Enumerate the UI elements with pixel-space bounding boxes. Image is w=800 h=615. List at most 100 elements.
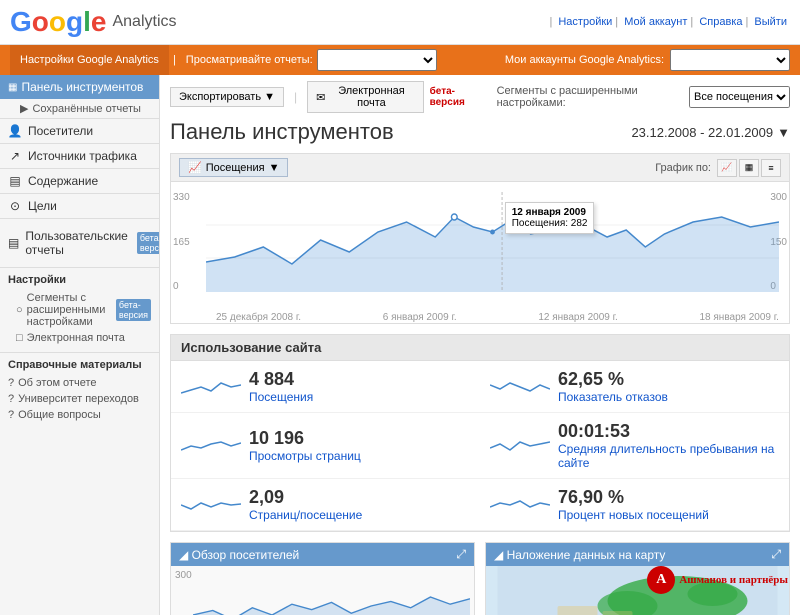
conversion-label: Университет переходов [18, 393, 139, 405]
q2-icon: ? [8, 409, 14, 421]
map-panel-expand-icon[interactable]: ⤢ [771, 547, 781, 562]
email-btn-label: Электронная почта [328, 85, 414, 109]
stats-grid: 4 884 Посещения 62,65 % Показатель отказ… [171, 361, 789, 531]
x-label-1: 25 декабря 2008 г. [216, 312, 301, 323]
email-button[interactable]: ✉ Электронная почта [307, 81, 424, 113]
sidebar-conversion-university[interactable]: ? Университет переходов [8, 391, 151, 407]
sidebar-item-traffic[interactable]: ↗ Источники трафика [0, 144, 159, 168]
chart-svg: 12 января 2009 Посещения: 282 [171, 182, 789, 312]
nav-separator: | [173, 54, 176, 66]
toolbar: Экспортировать ▼ | ✉ Электронная почта б… [170, 81, 790, 113]
stats-visits: 4 884 Посещения [171, 361, 480, 413]
sidebar-item-goals[interactable]: ⊙ Цели [0, 194, 159, 218]
question-icon: ? [8, 377, 14, 389]
visitors-y-top: 300 [175, 570, 192, 581]
export-button[interactable]: Экспортировать ▼ [170, 87, 284, 107]
dropdown-icon: ▼ [264, 91, 275, 103]
sidebar-item-visitors[interactable]: 👤 Посетители [0, 119, 159, 143]
sidebar-dashboard-header[interactable]: ▦ Панель инструментов [0, 75, 159, 99]
date-range-chevron[interactable]: ▼ [777, 125, 790, 140]
x-label-4: 18 января 2009 г. [699, 312, 778, 323]
accounts-select[interactable] [670, 49, 790, 71]
q-icon: ? [8, 393, 14, 405]
duration-label[interactable]: Средняя длительность пребывания на сайте [558, 442, 779, 470]
sidebar-custom-reports-item[interactable]: ▤ Пользовательские отчеты бета-версия [8, 225, 151, 261]
accounts-label: Мои аккаунты Google Analytics: [505, 54, 664, 66]
grid-icon: ▦ [8, 82, 17, 93]
chart-bar-btn[interactable]: ▦ [739, 159, 759, 177]
person-icon: 👤 [8, 124, 22, 138]
saved-reports-label: Сохранённые отчеты [32, 103, 140, 115]
chart-with-axes: 330 165 0 300 150 0 12 января 2009 Посещ… [171, 182, 789, 323]
nav-right: Мои аккаунты Google Analytics: [505, 49, 790, 71]
sidebar-segments-item[interactable]: ○ Сегменты с расширенными настройками бе… [8, 290, 151, 330]
settings-title: Настройки [8, 274, 151, 286]
arrow-icon: ▶ [20, 102, 28, 115]
content-icon: ▤ [8, 174, 22, 188]
stats-bounce: 62,65 % Показатель отказов [480, 361, 789, 413]
settings-nav-btn[interactable]: Настройки Google Analytics [10, 45, 169, 75]
settings-link[interactable]: Настройки [558, 16, 612, 28]
bounce-label[interactable]: Показатель отказов [558, 390, 668, 404]
ppv-label[interactable]: Страниц/посещение [249, 508, 362, 522]
sidebar-item-content[interactable]: ▤ Содержание [0, 169, 159, 193]
chart-metric-button[interactable]: 📈 Посещения ▼ [179, 158, 288, 177]
sidebar-settings: Настройки ○ Сегменты с расширенными наст… [0, 267, 159, 352]
nav-left: Настройки Google Analytics | Просматрива… [10, 45, 437, 75]
chart-view-label: График по: [655, 162, 711, 174]
logout-link[interactable]: Выйти [754, 16, 787, 28]
visitors-chart-svg [171, 566, 474, 615]
header-links: | Настройки| Мой аккаунт| Справка| Выйти [549, 16, 790, 28]
sidebar-custom-reports: ▤ Пользовательские отчеты бета-версия [0, 219, 159, 267]
google-wordmark: Google [10, 6, 106, 38]
account-link[interactable]: Мой аккаунт [624, 16, 687, 28]
export-label: Экспортировать [179, 91, 261, 103]
sidebar-goals-section: ⊙ Цели [0, 194, 159, 219]
visits-label[interactable]: Посещения [249, 390, 313, 404]
sidebar-about-report[interactable]: ? Об этом отчете [8, 375, 151, 391]
visitors-overview-panel: ◢ Обзор посетителей ⤢ 300 0 [170, 542, 475, 615]
nv-label[interactable]: Процент новых посещений [558, 508, 709, 522]
page-title: Панель инструментов [170, 119, 394, 145]
x-label-2: 6 января 2009 г. [383, 312, 457, 323]
segment-select[interactable]: Все посещения [689, 86, 790, 108]
sidebar-visitors-section: 👤 Посетители [0, 119, 159, 144]
stats-pageviews: 10 196 Просмотры страниц [171, 413, 480, 479]
ppv-number: 2,09 [249, 487, 362, 508]
stats-new-visits: 76,90 % Процент новых посещений [480, 479, 789, 531]
visitors-panel-expand-icon[interactable]: ⤢ [456, 547, 466, 562]
date-range-text: 23.12.2008 - 22.01.2009 [631, 125, 773, 140]
sidebar-common-questions[interactable]: ? Общие вопросы [8, 407, 151, 423]
tooltip-value: Посещения: 282 [512, 218, 588, 229]
sidebar-traffic-section: ↗ Источники трафика [0, 144, 159, 169]
sidebar-email-item[interactable]: □ Электронная почта [8, 330, 151, 346]
metric-chart-icon: 📈 [188, 161, 202, 174]
sidebar-saved-reports[interactable]: ▶ Сохранённые отчеты [0, 99, 159, 118]
nv-number: 76,90 % [558, 487, 709, 508]
header: Google Analytics | Настройки| Мой аккаун… [0, 0, 800, 45]
visitors-label: Посетители [28, 124, 93, 138]
map-panel-title: ◢ Наложение данных на карту [494, 548, 665, 562]
traffic-label: Источники трафика [28, 149, 137, 163]
map-panel-header: ◢ Наложение данных на карту ⤢ [486, 543, 789, 566]
bounce-sparkline [490, 375, 550, 399]
content-area: Экспортировать ▼ | ✉ Электронная почта б… [160, 75, 800, 615]
chart-line-btn[interactable]: 📈 [717, 159, 737, 177]
email-icon: ✉ [316, 91, 325, 104]
segment-label: Сегменты с расширенными настройками: [497, 85, 683, 109]
duration-number: 00:01:53 [558, 421, 779, 442]
pageviews-label[interactable]: Просмотры страниц [249, 449, 361, 463]
email-icon: □ [16, 332, 23, 344]
segments-beta-badge: бета-версия [116, 299, 151, 321]
help-link[interactable]: Справка [699, 16, 742, 28]
main-layout: ▦ Панель инструментов ▶ Сохранённые отче… [0, 75, 800, 615]
chart-compare-btn[interactable]: ≡ [761, 159, 781, 177]
reference-title: Справочные материалы [8, 359, 151, 371]
view-reports-select[interactable] [317, 49, 437, 71]
visits-sparkline [181, 375, 241, 399]
sidebar-reference: Справочные материалы ? Об этом отчете ? … [0, 352, 159, 429]
pipe-separator: | [549, 16, 552, 28]
brand-name: Ашманов и партнёры [679, 574, 788, 586]
nv-sparkline [490, 493, 550, 517]
brand-icon-char: А [656, 572, 666, 588]
